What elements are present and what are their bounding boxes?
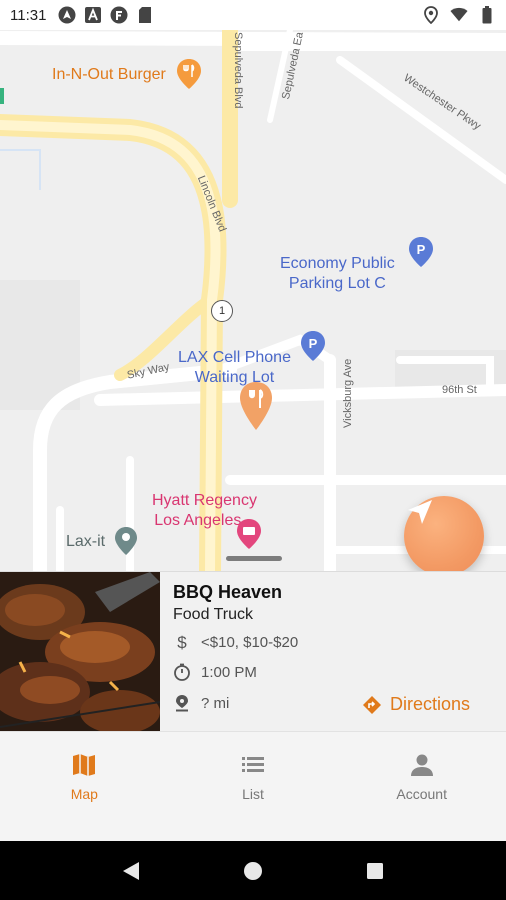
distance-row: ? mi [173,694,229,712]
hours-text: 1:00 PM [201,663,257,681]
status-bar: 11:31 [0,0,506,30]
distance-text: ? mi [201,694,230,712]
notification-f-icon [110,6,128,24]
price-range: <$10, $10-$20 [201,633,299,651]
back-button[interactable] [116,856,146,886]
nav-list[interactable]: List [169,732,338,841]
vendor-name: BBQ Heaven [173,582,283,602]
pin-icon [173,694,191,712]
place-lax-it[interactable]: Lax-it [66,532,105,552]
vendor-category: Food Truck [173,606,254,623]
recents-icon [367,862,383,879]
dollar-icon: $ [173,633,191,651]
status-system-icons [422,6,496,24]
nav-map[interactable]: Map [0,732,169,841]
nav-map-label: Map [70,786,98,802]
nav-account-label: Account [396,786,447,802]
vendor-photo [0,572,160,732]
font-a-icon [84,6,102,24]
navigation-arrow-icon [408,500,432,524]
directions-icon [363,695,381,714]
nav-list-label: List [242,786,264,802]
place-lax-it-label: Lax-it [66,533,106,550]
directions-label: Directions [390,694,471,714]
back-icon [123,861,139,880]
android-auto-icon [58,6,76,24]
street-vicksburg-ave: Vicksburg Ave [342,358,354,428]
svg-text:$: $ [177,633,187,651]
my-location-button[interactable] [404,496,484,571]
system-navigation-bar [0,841,506,900]
map-view[interactable]: In-N-Out Burger Economy Public Parking L… [0,30,506,571]
wifi-icon [450,6,468,24]
route-shield-icon: 1 [211,300,233,322]
street-sepulveda-blvd: Sepulveda Blvd [232,32,244,109]
status-notification-icons [58,6,154,24]
drag-handle[interactable] [226,556,282,561]
place-in-n-out-label: In-N-Out Burger [52,66,166,83]
bottom-navigation: Map List Account [0,731,506,841]
map-icon [73,754,96,776]
svg-text:P: P [417,242,426,257]
price-row: $ <$10, $10-$20 [173,633,298,651]
street-96th-st: 96th St [442,384,477,396]
vendor-card[interactable]: BBQ Heaven Food Truck $ <$10, $10-$20 1:… [0,571,506,732]
place-lax-cell-phone-label: LAX Cell Phone Waiting Lot [178,349,291,386]
home-icon [244,861,262,880]
status-time: 11:31 [10,6,47,24]
home-button[interactable] [238,856,268,886]
nav-account[interactable]: Account [337,732,506,841]
list-icon [242,757,264,772]
account-icon [410,754,433,776]
location-icon [422,6,440,24]
place-economy-parking[interactable]: Economy Public Parking Lot C [280,234,395,294]
timer-icon [173,663,191,681]
hours-row: 1:00 PM [173,663,257,681]
svg-text:P: P [309,336,318,351]
place-economy-parking-label: Economy Public Parking Lot C [280,255,395,292]
place-in-n-out[interactable]: In-N-Out Burger [52,65,166,85]
directions-button[interactable]: Directions [362,694,470,715]
sd-card-icon [136,6,154,24]
battery-icon [478,6,496,24]
place-lax-cell-phone[interactable]: LAX Cell Phone Waiting Lot [178,328,291,388]
recents-button[interactable] [360,856,390,886]
